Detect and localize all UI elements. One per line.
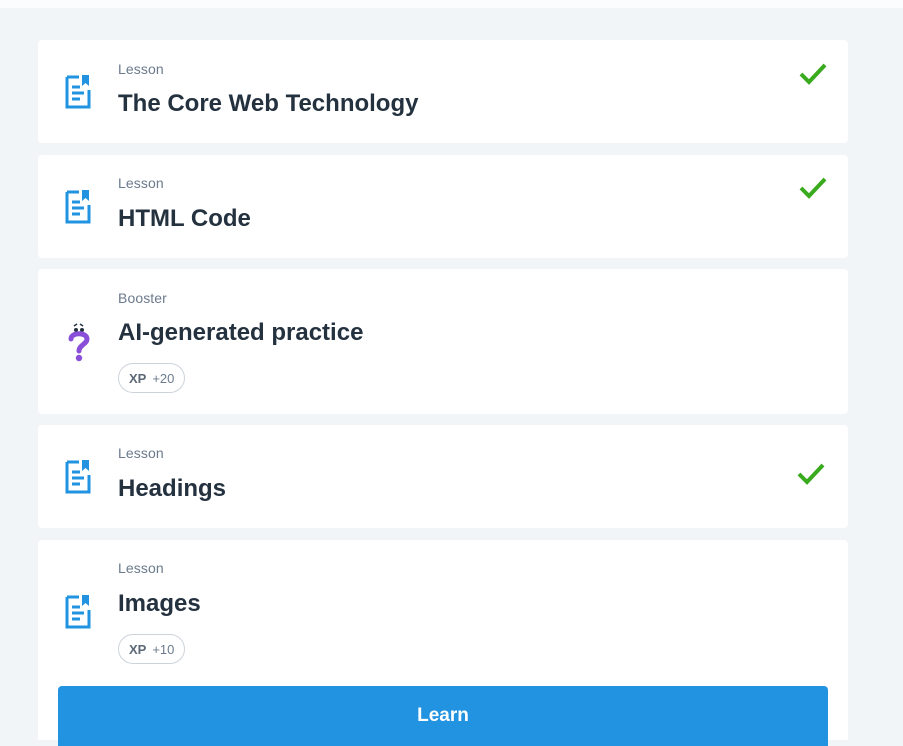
xp-badge: XP +10 (118, 634, 186, 664)
item-type-label: Lesson (118, 560, 164, 576)
checkmark-icon (797, 463, 825, 485)
item-type-label: Lesson (118, 175, 164, 191)
xp-value: +10 (152, 641, 175, 657)
question-mark-icon (68, 323, 90, 362)
item-title: Images (118, 590, 201, 617)
item-title: The Core Web Technology (118, 90, 419, 117)
top-bar (0, 0, 903, 8)
xp-label: XP (129, 641, 147, 657)
lesson-card-images[interactable]: Lesson Images XP +10 Learn (38, 540, 848, 746)
item-type-label: Lesson (118, 445, 164, 461)
lesson-card-core-web-technology[interactable]: Lesson The Core Web Technology (38, 40, 848, 143)
lesson-card-html-code[interactable]: Lesson HTML Code (38, 155, 848, 258)
xp-badge: XP +20 (118, 363, 186, 393)
item-type-label: Booster (118, 290, 167, 306)
xp-value: +20 (152, 370, 175, 386)
checkmark-icon (799, 177, 827, 199)
lesson-doc-icon (65, 595, 91, 629)
lesson-card-headings[interactable]: Lesson Headings (38, 425, 848, 528)
item-title: AI-generated practice (118, 319, 364, 346)
checkmark-icon (799, 63, 827, 85)
booster-card-ai-practice[interactable]: Booster AI-generated practice XP +20 (38, 269, 848, 414)
lesson-doc-icon (65, 460, 91, 494)
lesson-doc-icon (65, 190, 91, 224)
item-title: HTML Code (118, 205, 251, 232)
lesson-doc-icon (65, 75, 91, 109)
item-type-label: Lesson (118, 61, 164, 77)
xp-label: XP (129, 370, 147, 386)
item-title: Headings (118, 475, 227, 502)
learn-button[interactable]: Learn (58, 686, 828, 746)
